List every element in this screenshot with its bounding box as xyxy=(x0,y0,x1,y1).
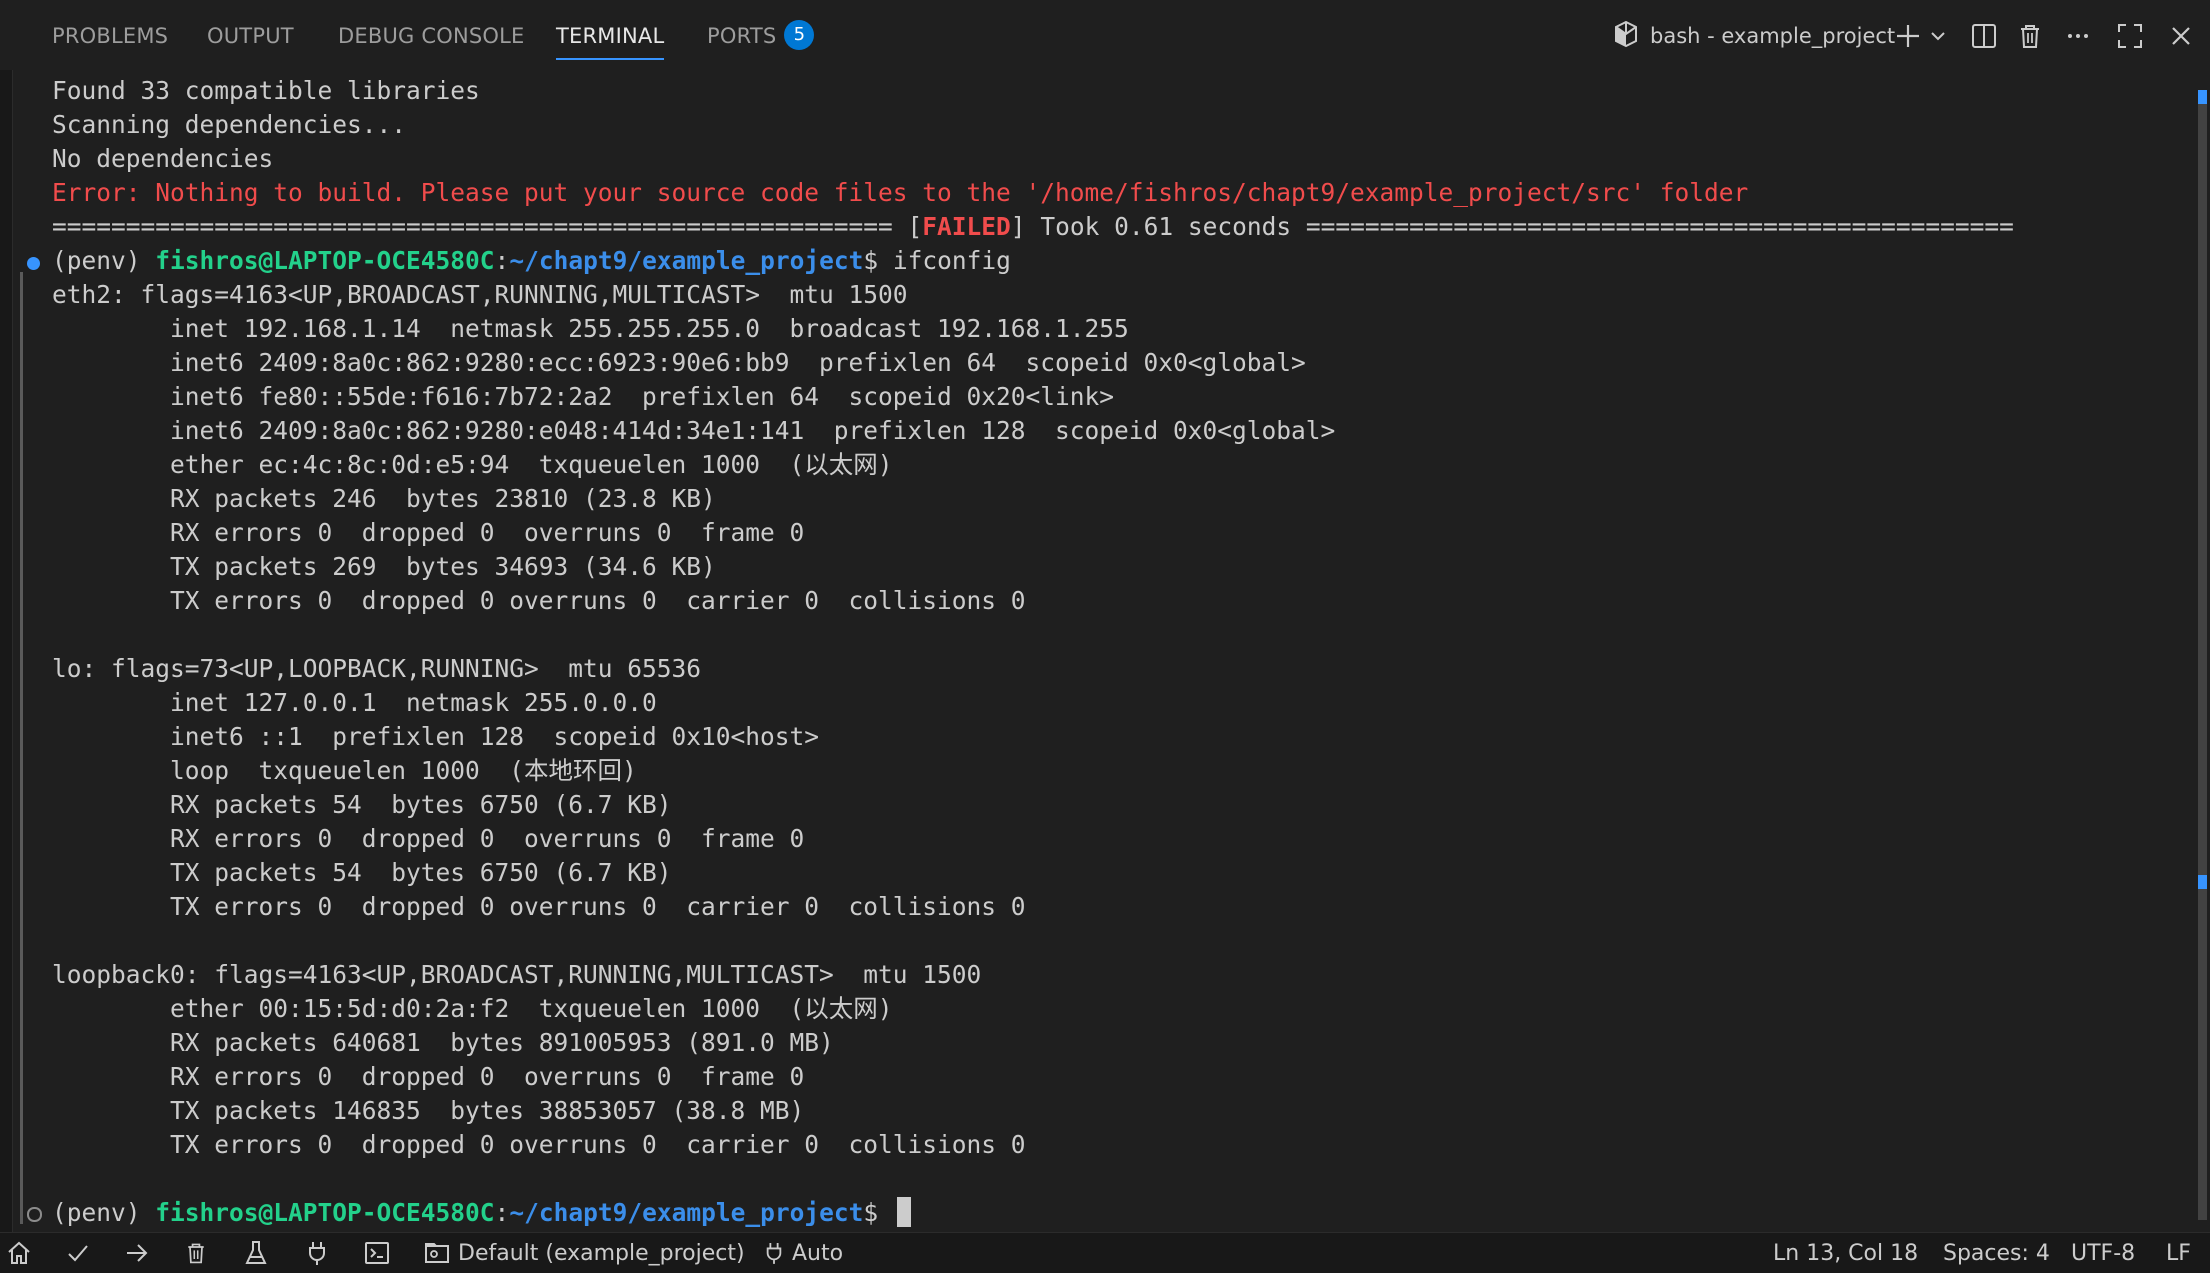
terminal-line: TX errors 0 dropped 0 overruns 0 carrier… xyxy=(52,892,1026,921)
terminal-cursor xyxy=(896,1197,911,1227)
terminal-line: lo: flags=73<UP,LOOPBACK,RUNNING> mtu 65… xyxy=(52,654,702,683)
terminal-line: inet6 2409:8a0c:862:9280:e048:414d:34e1:… xyxy=(52,416,1336,445)
terminal-line: RX packets 246 bytes 23810 (23.8 KB) xyxy=(52,484,716,513)
terminal-line: inet6 ::1 prefixlen 128 scopeid 0x10<hos… xyxy=(52,722,820,751)
prompt-colon: : xyxy=(494,246,510,275)
command-text: ifconfig xyxy=(892,246,1011,275)
terminal-line: TX errors 0 dropped 0 overruns 0 carrier… xyxy=(52,1130,1026,1159)
terminal-line: loopback0: flags=4163<UP,BROADCAST,RUNNI… xyxy=(52,960,982,989)
terminal-output[interactable]: Found 33 compatible libraries Scanning d… xyxy=(0,70,2195,1232)
trash-icon[interactable] xyxy=(2014,18,2046,54)
home-icon[interactable] xyxy=(6,1233,34,1273)
venv-label: (penv) xyxy=(52,1198,141,1227)
terminal-line: inet 192.168.1.14 netmask 255.255.255.0 … xyxy=(52,314,1129,343)
status-bar: Default (example_project) Auto Ln 13, Co… xyxy=(0,1232,2210,1273)
plug-icon xyxy=(766,1243,782,1264)
separator-left: ========================================… xyxy=(52,212,893,241)
prompt-line[interactable]: (penv) fishros@LAPTOP-OCE4580C:~/chapt9/… xyxy=(52,1196,911,1230)
more-icon[interactable] xyxy=(2062,18,2094,54)
failed-label: FAILED xyxy=(922,212,1011,241)
maximize-icon[interactable] xyxy=(2114,18,2146,54)
prompt-path: ~/chapt9/example_project xyxy=(509,1198,864,1227)
took-text: Took 0.61 seconds xyxy=(1040,212,1292,241)
terminal-line: RX errors 0 dropped 0 overruns 0 frame 0 xyxy=(52,518,805,547)
scrollbar-thumb[interactable] xyxy=(2198,90,2207,1220)
terminal-error-line: Error: Nothing to build. Please put your… xyxy=(52,178,1749,207)
tab-debug-console[interactable]: DEBUG CONSOLE xyxy=(338,22,525,58)
flask-icon[interactable] xyxy=(244,1233,272,1273)
new-terminal-icon[interactable] xyxy=(1893,18,1923,54)
check-icon[interactable] xyxy=(66,1233,94,1273)
venv-label: (penv) xyxy=(52,246,141,275)
terminal-line: Found 33 compatible libraries xyxy=(52,76,480,105)
eol-setting[interactable]: LF xyxy=(2166,1233,2191,1273)
command-decoration-bar xyxy=(20,272,23,1224)
terminal-line: Scanning dependencies... xyxy=(52,110,407,139)
tab-output[interactable]: OUTPUT xyxy=(207,22,294,58)
env-label: Default (example_project) xyxy=(458,1240,745,1266)
terminal-line: No dependencies xyxy=(52,144,274,173)
trash-icon[interactable] xyxy=(184,1233,212,1273)
prompt-colon: : xyxy=(494,1198,510,1227)
terminal-title: bash - example_project xyxy=(1650,24,1896,48)
encoding-setting[interactable]: UTF-8 xyxy=(2071,1233,2135,1273)
terminal-line: loop txqueuelen 1000 (本地环回) xyxy=(52,756,637,785)
prompt-path: ~/chapt9/example_project xyxy=(509,246,864,275)
tab-terminal[interactable]: TERMINAL xyxy=(556,22,665,60)
scrollbar-marker xyxy=(2198,875,2207,889)
terminal-line: inet6 2409:8a0c:862:9280:ecc:6923:90e6:b… xyxy=(52,348,1306,377)
prompt-dollar: $ xyxy=(863,246,879,275)
user-host: fishros@LAPTOP-OCE4580C xyxy=(155,1198,495,1227)
folder-icon xyxy=(425,1243,449,1263)
python-env-selector[interactable]: Default (example_project) xyxy=(424,1233,745,1273)
auto-label: Auto xyxy=(792,1240,844,1266)
command-success-icon[interactable] xyxy=(27,257,40,270)
tab-problems[interactable]: PROBLEMS xyxy=(52,22,168,58)
terminal-profile-icon xyxy=(1612,20,1640,53)
terminal-line: RX errors 0 dropped 0 overruns 0 frame 0 xyxy=(52,1062,805,1091)
terminal-line: ether ec:4c:8c:0d:e5:94 txqueuelen 1000 … xyxy=(52,450,893,479)
command-pending-icon[interactable] xyxy=(27,1207,42,1222)
terminal-line: TX packets 54 bytes 6750 (6.7 KB) xyxy=(52,858,672,887)
terminal-instance-selector[interactable]: bash - example_project xyxy=(1612,18,1895,54)
terminal-scrollbar[interactable] xyxy=(2195,70,2210,1232)
terminal-line: TX packets 269 bytes 34693 (34.6 KB) xyxy=(52,552,716,581)
terminal-line: RX errors 0 dropped 0 overruns 0 frame 0 xyxy=(52,824,805,853)
prompt-line: (penv) fishros@LAPTOP-OCE4580C:~/chapt9/… xyxy=(52,244,1011,278)
tab-ports[interactable]: PORTS 5 xyxy=(707,20,815,58)
terminal-line: ether 00:15:5d:d0:2a:f2 txqueuelen 1000 … xyxy=(52,994,893,1023)
terminal-line: TX errors 0 dropped 0 overruns 0 carrier… xyxy=(52,586,1026,615)
terminal-icon[interactable] xyxy=(364,1233,392,1273)
terminal-line: RX packets 640681 bytes 891005953 (891.0… xyxy=(52,1028,834,1057)
terminal-line: eth2: flags=4163<UP,BROADCAST,RUNNING,MU… xyxy=(52,280,908,309)
scrollbar-marker xyxy=(2198,90,2207,104)
cursor-position[interactable]: Ln 13, Col 18 xyxy=(1773,1233,1918,1273)
panel-header: PROBLEMS OUTPUT DEBUG CONSOLE TERMINAL P… xyxy=(0,0,2210,70)
split-terminal-icon[interactable] xyxy=(1968,18,2000,54)
build-summary-line: ========================================… xyxy=(52,212,2014,241)
user-host: fishros@LAPTOP-OCE4580C xyxy=(155,246,495,275)
terminal-line: RX packets 54 bytes 6750 (6.7 KB) xyxy=(52,790,672,819)
tab-ports-label: PORTS xyxy=(707,24,777,48)
terminal-line: TX packets 146835 bytes 38853057 (38.8 M… xyxy=(52,1096,805,1125)
arrow-right-icon[interactable] xyxy=(124,1233,152,1273)
plug-icon[interactable] xyxy=(306,1233,332,1273)
terminal-line: inet6 fe80::55de:f616:7b72:2a2 prefixlen… xyxy=(52,382,1115,411)
terminal-line: inet 127.0.0.1 netmask 255.0.0.0 xyxy=(52,688,657,717)
prompt-dollar: $ xyxy=(863,1198,879,1227)
indentation-setting[interactable]: Spaces: 4 xyxy=(1943,1233,2050,1273)
auto-selector[interactable]: Auto xyxy=(764,1233,843,1273)
ports-count-badge: 5 xyxy=(784,20,815,50)
chevron-down-icon[interactable] xyxy=(1926,18,1950,54)
separator-right: ========================================… xyxy=(1305,212,2014,241)
close-icon[interactable] xyxy=(2166,18,2196,54)
